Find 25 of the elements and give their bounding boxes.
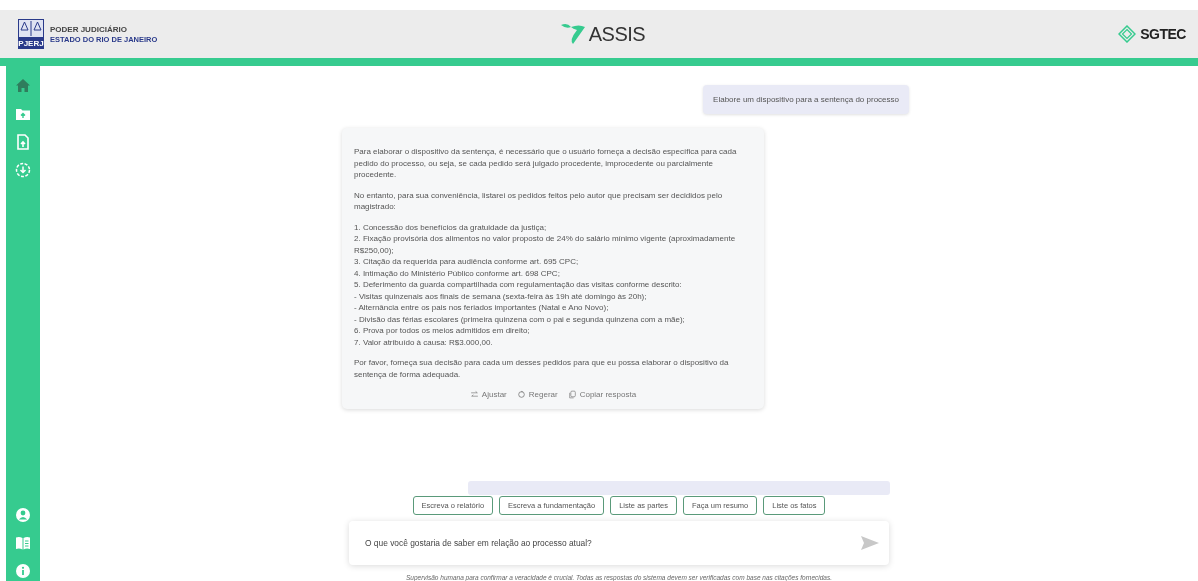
logo-text: PJERJ — [18, 39, 44, 48]
home-icon[interactable] — [15, 78, 31, 94]
adjust-icon — [469, 390, 479, 399]
response-paragraph: Para elaborar o dispositivo da sentença, é necessário que o usuário forneça a decisão específica para cada pedido do processo, ou seja, se cada pedido será julgado procedente, improcedente ou parcialmente procedente. — [354, 146, 738, 181]
copy-button[interactable]: Copiar resposta — [567, 390, 637, 399]
response-paragraph: 1. Concessão dos benefícios da gratuidade da justiça; 2. Fixação provisória dos alimentos no valor proposto de 24% do salário mínimo vigente (aproximadamente R$250,00); 3. Citação da requerida para audiência conforme art. 695 CPC; 4. Intimação do Ministério Público conforme art. 698 CPC; 5. Deferimento da guarda compartilhada com regulamentação das visitas conforme descrito: - Visitas quinzenais aos finais de semana (sexta-feira às 19h até domingo às 20h); - Alternância entre os pais nos feriados importantes (Natal e Ano Novo); - Divisão das férias escolares (primeira quinzena com o pai e segunda quinzena com a mãe); 6. Prova por todos os meios admitidos em direito; 7. Valor atribuído à causa: R$3.000,00. — [354, 221, 737, 348]
send-icon[interactable] — [861, 535, 879, 550]
copy-icon — [567, 390, 577, 399]
download-icon[interactable] — [15, 162, 31, 178]
app-name: ASSIS — [588, 22, 646, 46]
response-paragraph: No entanto, para sua conveniência, listarei os pedidos feitos pelo autor que precisam ser decididos pelo magistrado: — [354, 189, 724, 213]
file-upload-icon[interactable] — [15, 134, 31, 150]
info-icon[interactable] — [15, 563, 31, 579]
partner-logo-icon — [1118, 25, 1137, 43]
adjust-button[interactable]: Ajustar — [469, 390, 507, 399]
regenerate-button[interactable]: Regerar — [516, 390, 558, 399]
user-message: Elabore um dispositivo para a sentença do processo — [703, 85, 909, 114]
regenerate-icon — [516, 390, 526, 399]
user-icon[interactable] — [15, 507, 31, 523]
partner-name: SGTEC — [1140, 26, 1186, 42]
org-title: PODER JUDICIÁRIO — [50, 24, 128, 34]
chat-input-field[interactable]: O que você gostaria de saber em relação ao processo atual? — [363, 536, 861, 549]
book-icon[interactable] — [15, 535, 31, 551]
response-paragraph: Por favor, forneça sua decisão para cada um desses pedidos para que eu possa elaborar o dispositivo da sentença de forma adequada. — [354, 357, 730, 380]
folder-upload-icon[interactable] — [15, 106, 31, 122]
